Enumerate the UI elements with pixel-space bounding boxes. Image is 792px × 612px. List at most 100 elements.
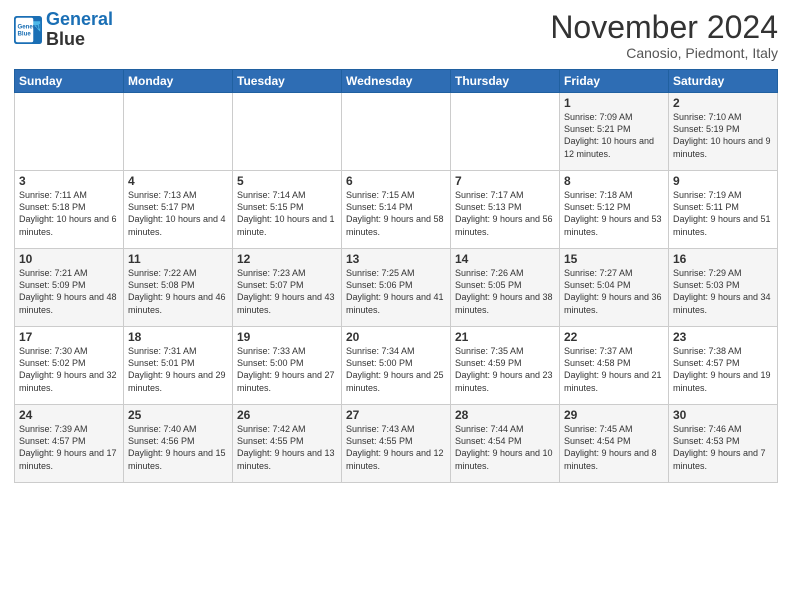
week-row-0: 1Sunrise: 7:09 AM Sunset: 5:21 PM Daylig… — [15, 93, 778, 171]
day-cell: 7Sunrise: 7:17 AM Sunset: 5:13 PM Daylig… — [451, 171, 560, 249]
day-info: Sunrise: 7:33 AM Sunset: 5:00 PM Dayligh… — [237, 345, 337, 394]
day-number: 16 — [673, 252, 773, 266]
day-info: Sunrise: 7:37 AM Sunset: 4:58 PM Dayligh… — [564, 345, 664, 394]
day-info: Sunrise: 7:09 AM Sunset: 5:21 PM Dayligh… — [564, 111, 664, 160]
day-cell: 27Sunrise: 7:43 AM Sunset: 4:55 PM Dayli… — [342, 405, 451, 483]
day-cell: 20Sunrise: 7:34 AM Sunset: 5:00 PM Dayli… — [342, 327, 451, 405]
day-number: 28 — [455, 408, 555, 422]
week-row-1: 3Sunrise: 7:11 AM Sunset: 5:18 PM Daylig… — [15, 171, 778, 249]
day-info: Sunrise: 7:23 AM Sunset: 5:07 PM Dayligh… — [237, 267, 337, 316]
day-cell: 26Sunrise: 7:42 AM Sunset: 4:55 PM Dayli… — [233, 405, 342, 483]
day-info: Sunrise: 7:15 AM Sunset: 5:14 PM Dayligh… — [346, 189, 446, 238]
header: General Blue GeneralBlue November 2024 C… — [14, 10, 778, 61]
title-block: November 2024 Canosio, Piedmont, Italy — [550, 10, 778, 61]
day-info: Sunrise: 7:19 AM Sunset: 5:11 PM Dayligh… — [673, 189, 773, 238]
day-info: Sunrise: 7:26 AM Sunset: 5:05 PM Dayligh… — [455, 267, 555, 316]
day-cell: 9Sunrise: 7:19 AM Sunset: 5:11 PM Daylig… — [669, 171, 778, 249]
day-info: Sunrise: 7:45 AM Sunset: 4:54 PM Dayligh… — [564, 423, 664, 472]
day-info: Sunrise: 7:10 AM Sunset: 5:19 PM Dayligh… — [673, 111, 773, 160]
day-cell: 6Sunrise: 7:15 AM Sunset: 5:14 PM Daylig… — [342, 171, 451, 249]
header-cell-thursday: Thursday — [451, 70, 560, 93]
day-number: 22 — [564, 330, 664, 344]
day-cell: 4Sunrise: 7:13 AM Sunset: 5:17 PM Daylig… — [124, 171, 233, 249]
header-cell-sunday: Sunday — [15, 70, 124, 93]
day-number: 18 — [128, 330, 228, 344]
month-title: November 2024 — [550, 10, 778, 45]
day-number: 6 — [346, 174, 446, 188]
day-info: Sunrise: 7:35 AM Sunset: 4:59 PM Dayligh… — [455, 345, 555, 394]
day-cell: 29Sunrise: 7:45 AM Sunset: 4:54 PM Dayli… — [560, 405, 669, 483]
day-cell: 15Sunrise: 7:27 AM Sunset: 5:04 PM Dayli… — [560, 249, 669, 327]
header-row: SundayMondayTuesdayWednesdayThursdayFrid… — [15, 70, 778, 93]
logo-icon: General Blue — [14, 16, 42, 44]
day-number: 26 — [237, 408, 337, 422]
day-number: 10 — [19, 252, 119, 266]
day-info: Sunrise: 7:25 AM Sunset: 5:06 PM Dayligh… — [346, 267, 446, 316]
calendar-table: SundayMondayTuesdayWednesdayThursdayFrid… — [14, 69, 778, 483]
day-cell — [233, 93, 342, 171]
logo: General Blue GeneralBlue — [14, 10, 113, 50]
header-cell-friday: Friday — [560, 70, 669, 93]
day-cell: 21Sunrise: 7:35 AM Sunset: 4:59 PM Dayli… — [451, 327, 560, 405]
day-number: 14 — [455, 252, 555, 266]
day-number: 11 — [128, 252, 228, 266]
day-cell — [451, 93, 560, 171]
week-row-3: 17Sunrise: 7:30 AM Sunset: 5:02 PM Dayli… — [15, 327, 778, 405]
day-cell: 19Sunrise: 7:33 AM Sunset: 5:00 PM Dayli… — [233, 327, 342, 405]
calendar-container: General Blue GeneralBlue November 2024 C… — [0, 0, 792, 491]
day-cell: 13Sunrise: 7:25 AM Sunset: 5:06 PM Dayli… — [342, 249, 451, 327]
day-info: Sunrise: 7:43 AM Sunset: 4:55 PM Dayligh… — [346, 423, 446, 472]
day-cell: 30Sunrise: 7:46 AM Sunset: 4:53 PM Dayli… — [669, 405, 778, 483]
day-number: 30 — [673, 408, 773, 422]
day-number: 27 — [346, 408, 446, 422]
day-cell: 18Sunrise: 7:31 AM Sunset: 5:01 PM Dayli… — [124, 327, 233, 405]
day-number: 23 — [673, 330, 773, 344]
day-number: 21 — [455, 330, 555, 344]
day-info: Sunrise: 7:34 AM Sunset: 5:00 PM Dayligh… — [346, 345, 446, 394]
day-cell: 11Sunrise: 7:22 AM Sunset: 5:08 PM Dayli… — [124, 249, 233, 327]
day-cell: 25Sunrise: 7:40 AM Sunset: 4:56 PM Dayli… — [124, 405, 233, 483]
day-number: 8 — [564, 174, 664, 188]
header-cell-monday: Monday — [124, 70, 233, 93]
day-number: 1 — [564, 96, 664, 110]
day-cell: 22Sunrise: 7:37 AM Sunset: 4:58 PM Dayli… — [560, 327, 669, 405]
day-cell: 16Sunrise: 7:29 AM Sunset: 5:03 PM Dayli… — [669, 249, 778, 327]
subtitle: Canosio, Piedmont, Italy — [550, 45, 778, 61]
day-number: 5 — [237, 174, 337, 188]
day-info: Sunrise: 7:14 AM Sunset: 5:15 PM Dayligh… — [237, 189, 337, 238]
day-cell: 24Sunrise: 7:39 AM Sunset: 4:57 PM Dayli… — [15, 405, 124, 483]
day-cell: 14Sunrise: 7:26 AM Sunset: 5:05 PM Dayli… — [451, 249, 560, 327]
day-cell — [15, 93, 124, 171]
day-info: Sunrise: 7:29 AM Sunset: 5:03 PM Dayligh… — [673, 267, 773, 316]
day-info: Sunrise: 7:22 AM Sunset: 5:08 PM Dayligh… — [128, 267, 228, 316]
day-number: 20 — [346, 330, 446, 344]
day-info: Sunrise: 7:18 AM Sunset: 5:12 PM Dayligh… — [564, 189, 664, 238]
header-cell-wednesday: Wednesday — [342, 70, 451, 93]
day-number: 9 — [673, 174, 773, 188]
day-cell: 12Sunrise: 7:23 AM Sunset: 5:07 PM Dayli… — [233, 249, 342, 327]
day-info: Sunrise: 7:30 AM Sunset: 5:02 PM Dayligh… — [19, 345, 119, 394]
day-number: 4 — [128, 174, 228, 188]
day-info: Sunrise: 7:39 AM Sunset: 4:57 PM Dayligh… — [19, 423, 119, 472]
day-number: 2 — [673, 96, 773, 110]
header-cell-tuesday: Tuesday — [233, 70, 342, 93]
day-info: Sunrise: 7:17 AM Sunset: 5:13 PM Dayligh… — [455, 189, 555, 238]
day-info: Sunrise: 7:40 AM Sunset: 4:56 PM Dayligh… — [128, 423, 228, 472]
day-cell: 1Sunrise: 7:09 AM Sunset: 5:21 PM Daylig… — [560, 93, 669, 171]
day-cell — [124, 93, 233, 171]
day-info: Sunrise: 7:11 AM Sunset: 5:18 PM Dayligh… — [19, 189, 119, 238]
day-info: Sunrise: 7:38 AM Sunset: 4:57 PM Dayligh… — [673, 345, 773, 394]
day-number: 13 — [346, 252, 446, 266]
header-cell-saturday: Saturday — [669, 70, 778, 93]
day-cell: 23Sunrise: 7:38 AM Sunset: 4:57 PM Dayli… — [669, 327, 778, 405]
day-number: 25 — [128, 408, 228, 422]
day-info: Sunrise: 7:44 AM Sunset: 4:54 PM Dayligh… — [455, 423, 555, 472]
day-number: 19 — [237, 330, 337, 344]
svg-text:General: General — [18, 23, 41, 30]
day-number: 24 — [19, 408, 119, 422]
day-cell — [342, 93, 451, 171]
week-row-4: 24Sunrise: 7:39 AM Sunset: 4:57 PM Dayli… — [15, 405, 778, 483]
day-info: Sunrise: 7:46 AM Sunset: 4:53 PM Dayligh… — [673, 423, 773, 472]
day-cell: 17Sunrise: 7:30 AM Sunset: 5:02 PM Dayli… — [15, 327, 124, 405]
day-cell: 3Sunrise: 7:11 AM Sunset: 5:18 PM Daylig… — [15, 171, 124, 249]
